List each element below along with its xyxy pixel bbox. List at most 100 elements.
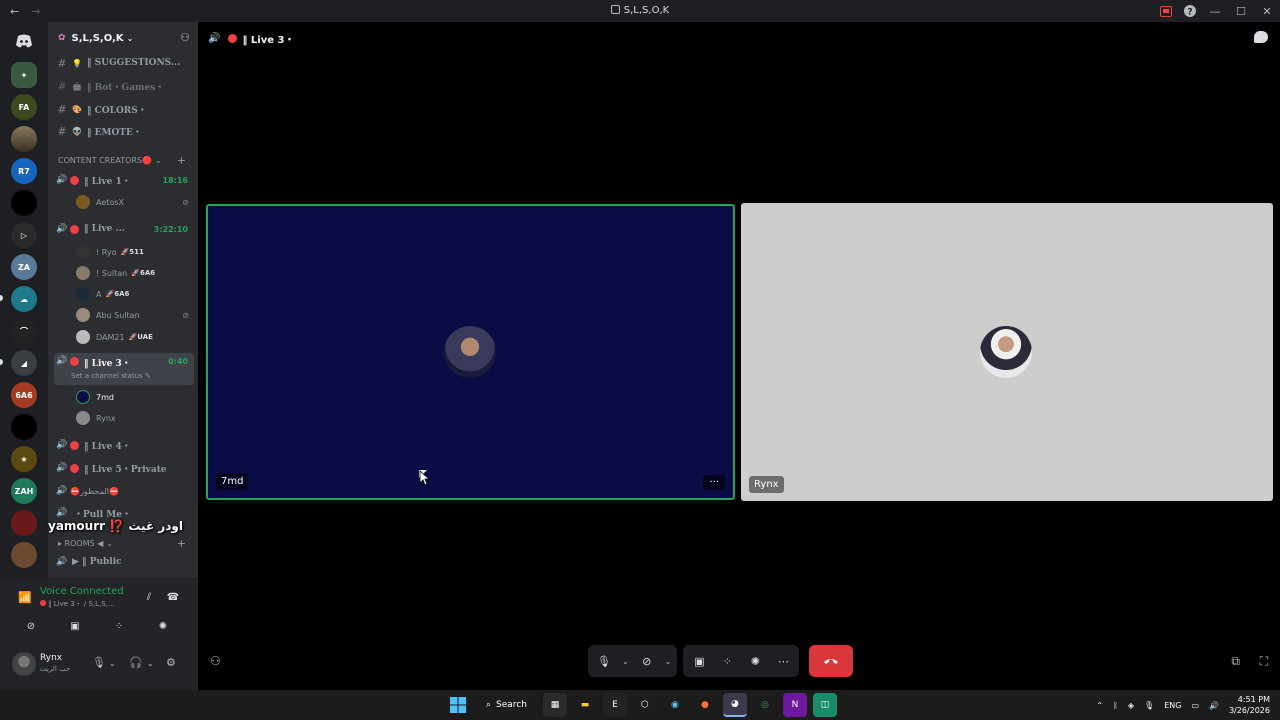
epic-games-icon[interactable]: E xyxy=(602,693,627,717)
category-content-creators[interactable]: CONTENT CREATORS🔴 ⌄ + xyxy=(58,154,192,167)
add-member-icon[interactable]: ⚇ xyxy=(180,31,190,44)
steam-icon[interactable]: ◉ xyxy=(663,693,687,717)
microphone-icon[interactable]: 🎙 xyxy=(594,651,614,671)
firefox-icon[interactable]: ● xyxy=(693,693,717,717)
server-icon[interactable]: 6A6 xyxy=(11,382,37,408)
voice-channel-live-1[interactable]: 🔊 ‖ Live 1・ 18:16 xyxy=(54,171,194,189)
tray-overflow-icon[interactable]: ⌃ xyxy=(1096,701,1103,710)
language-indicator[interactable]: ENG xyxy=(1164,701,1181,710)
forward-arrow-icon[interactable]: → xyxy=(31,5,40,18)
more-options-icon[interactable]: ⋯ xyxy=(773,651,793,671)
disconnect-call-button[interactable] xyxy=(809,645,854,677)
server-icon[interactable]: ★ xyxy=(11,446,37,472)
chevron-down-icon[interactable]: ⌄ xyxy=(622,657,629,666)
app-tray-icon[interactable]: ◈ xyxy=(1128,701,1134,710)
voice-channel-forbidden[interactable]: 🔊 ⛔المحظور⛔ xyxy=(54,482,194,500)
microphone-icon[interactable]: 🎙 xyxy=(92,656,106,669)
nzxt-icon[interactable]: N xyxy=(782,693,807,717)
headphones-icon[interactable]: 🎧 xyxy=(129,656,143,669)
voice-channel-live-2[interactable]: 🔊 ‖ Live ... 3:22:10 xyxy=(54,220,194,238)
voice-channel-public[interactable]: 🔊 ▶ ‖ Public xyxy=(54,553,194,571)
discord-home-icon[interactable] xyxy=(11,28,37,54)
text-channel-colors[interactable]: # 🎨 ‖ COLORS・ xyxy=(54,100,194,118)
add-channel-icon[interactable]: + xyxy=(177,154,186,167)
voice-member[interactable]: Rynx xyxy=(76,409,191,427)
microphone-tray-icon[interactable]: 🎙 xyxy=(1144,701,1154,710)
more-options-icon[interactable]: ··· xyxy=(703,475,725,490)
chevron-down-icon[interactable]: ⌄ xyxy=(109,659,116,668)
invite-user-icon[interactable]: ⚇ xyxy=(210,654,221,668)
voice-member[interactable]: ! Ryo 🚀511 xyxy=(76,243,191,261)
chevron-down-icon[interactable]: ⌄ xyxy=(147,659,154,668)
network-icon[interactable]: ▭ xyxy=(1191,701,1199,710)
windows-start-icon[interactable] xyxy=(446,693,470,717)
soundboard-icon[interactable]: ✺ xyxy=(152,617,174,635)
discord-taskbar-icon[interactable]: ◕ xyxy=(722,693,747,717)
voice-member[interactable]: AetosX ⊘ xyxy=(76,193,191,211)
fullscreen-icon[interactable]: ⛶ xyxy=(1260,654,1268,669)
text-channel-suggestions[interactable]: # 💡 ‖ SUGGESTIONS... xyxy=(54,54,194,72)
activities-icon[interactable]: ⁘ xyxy=(717,651,737,671)
soundboard-icon[interactable]: ✺ xyxy=(745,651,765,671)
avatar[interactable] xyxy=(12,652,36,676)
server-icon[interactable]: ☁ xyxy=(11,286,37,312)
voice-connected-label[interactable]: Voice Connected xyxy=(40,586,124,597)
voice-channel-live-4[interactable]: 🔊 ‖ Live 4・ xyxy=(54,436,194,454)
server-icon[interactable]: FA xyxy=(11,94,37,120)
camera-off-icon[interactable]: ⊘ xyxy=(20,617,42,635)
noise-suppression-icon[interactable]: ⫽ xyxy=(138,588,160,606)
disconnect-icon[interactable]: ☎ xyxy=(162,588,184,606)
voice-member[interactable]: DAM21 🚀UAE xyxy=(76,328,191,346)
voice-member[interactable]: ! Sultan 🚀6A6 xyxy=(76,264,191,282)
screen-share-icon[interactable]: ▣ xyxy=(64,617,86,635)
chevron-down-icon[interactable]: ⌄ xyxy=(665,657,672,666)
file-explorer-icon[interactable]: ▬ xyxy=(573,693,597,717)
participant-tile-rynx[interactable]: Rynx xyxy=(741,203,1273,501)
server-icon[interactable]: ✦ xyxy=(11,62,37,88)
voice-channel-live-5[interactable]: 🔊 ‖ Live 5・Private xyxy=(54,459,194,477)
text-channel-bot-games[interactable]: # 🤖 ‖ Bot・Games・ xyxy=(54,77,194,95)
server-icon[interactable]: ◢ xyxy=(11,350,37,376)
server-icon[interactable] xyxy=(11,126,37,152)
server-icon[interactable] xyxy=(11,510,37,536)
clock[interactable]: 4:51 PM 3/26/2026 xyxy=(1229,694,1270,716)
help-icon[interactable]: ? xyxy=(1178,0,1202,22)
server-icon[interactable]: ⌒ xyxy=(11,318,37,344)
add-channel-icon[interactable]: + xyxy=(177,537,186,550)
bluetooth-icon[interactable]: ᛒ xyxy=(1113,701,1118,710)
username[interactable]: Rynx xyxy=(40,653,62,663)
channel-status[interactable]: Set a channel status ✎ xyxy=(71,372,151,380)
voice-member[interactable]: 7md xyxy=(76,388,191,406)
chat-icon[interactable] xyxy=(1254,31,1268,43)
volume-icon[interactable]: 🔊 xyxy=(1209,701,1219,710)
app-icon[interactable]: ⬡ xyxy=(633,693,657,717)
camera-off-icon[interactable]: ⊘ xyxy=(637,651,657,671)
signal-icon[interactable]: 📶 xyxy=(18,591,32,604)
close-icon[interactable]: ✕ xyxy=(1254,0,1280,22)
participant-tile-7md[interactable]: 7md ··· xyxy=(206,204,735,500)
chrome-icon[interactable]: ◎ xyxy=(753,693,777,717)
server-icon[interactable] xyxy=(11,190,37,216)
voice-channel-live-3[interactable]: 🔊 ‖ Live 3・ 0:40 Set a channel status ✎ xyxy=(54,353,194,385)
settings-gear-icon[interactable]: ⚙ xyxy=(166,656,176,669)
app-icon[interactable]: ◫ xyxy=(812,693,837,717)
server-icon[interactable] xyxy=(11,542,37,568)
server-header[interactable]: ✿ S,L,S,O,K ⌄ ⚇ xyxy=(48,22,198,54)
maximize-icon[interactable]: ☐ xyxy=(1228,0,1254,22)
category-rooms[interactable]: ▸ ROOMS ◀ ⌄ + xyxy=(58,537,192,550)
server-icon[interactable]: ZAH xyxy=(11,478,37,504)
server-icon[interactable]: ▷ xyxy=(11,222,37,248)
activities-icon[interactable]: ⁘ xyxy=(108,617,130,635)
inbox-icon[interactable] xyxy=(1154,0,1178,22)
voice-member[interactable]: A 🚀6A6 xyxy=(76,285,191,303)
server-icon[interactable] xyxy=(11,414,37,440)
minimize-icon[interactable]: — xyxy=(1202,0,1228,22)
server-icon[interactable]: R7 xyxy=(11,158,37,184)
text-channel-emote[interactable]: # 👽 ‖ EMOTE・ xyxy=(54,122,194,140)
screen-share-icon[interactable]: ▣ xyxy=(689,651,709,671)
back-arrow-icon[interactable]: ← xyxy=(10,5,19,18)
store-icon[interactable]: ▦ xyxy=(542,693,567,717)
taskbar-search[interactable]: ⌕ Search xyxy=(476,694,537,716)
popout-icon[interactable]: ⧉ xyxy=(1231,654,1240,669)
voice-member[interactable]: Abu Sultan ⊘ xyxy=(76,306,191,324)
